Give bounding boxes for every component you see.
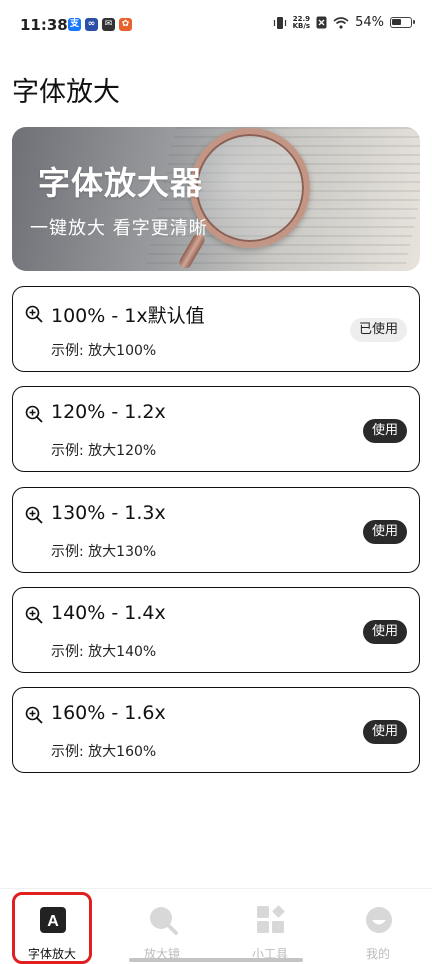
option-example: 示例: 放大140% [51, 644, 157, 660]
battery-percent: 54% [355, 15, 384, 30]
no-sim-icon [316, 16, 327, 29]
use-button[interactable]: 使用 [362, 520, 407, 544]
status-right: 22.9 KB/s 54% [273, 14, 415, 30]
option-title: 120% - 1.2x [51, 401, 166, 423]
mail-icon: ✉ [102, 18, 115, 31]
nav-item-magnifier[interactable]: 放大镜 [124, 897, 200, 961]
page-title: 字体放大 [12, 77, 120, 108]
option-example: 示例: 放大120% [51, 443, 157, 459]
zoom-in-icon [25, 506, 43, 524]
zoom-in-icon [25, 606, 43, 624]
zoom-in-icon [25, 706, 43, 724]
option-title: 140% - 1.4x [51, 602, 166, 624]
app-notification-icon: ✿ [119, 18, 132, 31]
status-time: 11:38 [20, 16, 68, 34]
option-title: 100% - 1x默认值 [51, 305, 205, 327]
nav-item-profile[interactable]: 我的 [340, 897, 416, 961]
option-card[interactable]: 130% - 1.3x 示例: 放大130% 使用 [12, 487, 420, 573]
nav-label: 我的 [365, 947, 390, 961]
banner-title: 字体放大器 [38, 164, 204, 202]
banner-magnifier-image [190, 128, 310, 248]
widgets-icon [257, 905, 285, 933]
active-tab-highlight [12, 892, 92, 964]
option-example: 示例: 放大100% [51, 343, 157, 359]
notification-icons: 支 ∞ ✉ ✿ [68, 18, 132, 31]
option-example: 示例: 放大130% [51, 544, 157, 560]
option-card[interactable]: 160% - 1.6x 示例: 放大160% 使用 [12, 687, 420, 773]
wifi-icon [333, 16, 349, 29]
vibrate-icon [273, 16, 286, 29]
use-button[interactable]: 使用 [362, 419, 407, 443]
option-title: 130% - 1.3x [51, 502, 166, 524]
option-card[interactable]: 100% - 1x默认值 示例: 放大100% 已使用 [12, 286, 420, 372]
app-notification-icon: ∞ [85, 18, 98, 31]
network-speed: 22.9 KB/s [292, 14, 311, 30]
used-button[interactable]: 已使用 [349, 318, 407, 342]
option-card[interactable]: 140% - 1.4x 示例: 放大140% 使用 [12, 587, 420, 673]
zoom-in-icon [25, 305, 43, 323]
use-button[interactable]: 使用 [362, 720, 407, 744]
use-button[interactable]: 使用 [362, 620, 407, 644]
option-title: 160% - 1.6x [51, 702, 166, 724]
option-example: 示例: 放大160% [51, 744, 157, 760]
battery-icon [390, 17, 415, 28]
status-bar: 11:38 支 ∞ ✉ ✿ 22.9 KB/s 54% [0, 0, 432, 52]
zoom-in-icon [25, 405, 43, 423]
option-card[interactable]: 120% - 1.2x 示例: 放大120% 使用 [12, 386, 420, 472]
nav-item-tools[interactable]: 小工具 [232, 897, 308, 961]
alipay-icon: 支 [68, 18, 81, 31]
profile-icon [366, 907, 392, 933]
banner-subtitle: 一键放大 看字更清晰 [30, 218, 208, 239]
magnifier-icon [150, 907, 178, 935]
home-indicator[interactable] [129, 958, 303, 962]
